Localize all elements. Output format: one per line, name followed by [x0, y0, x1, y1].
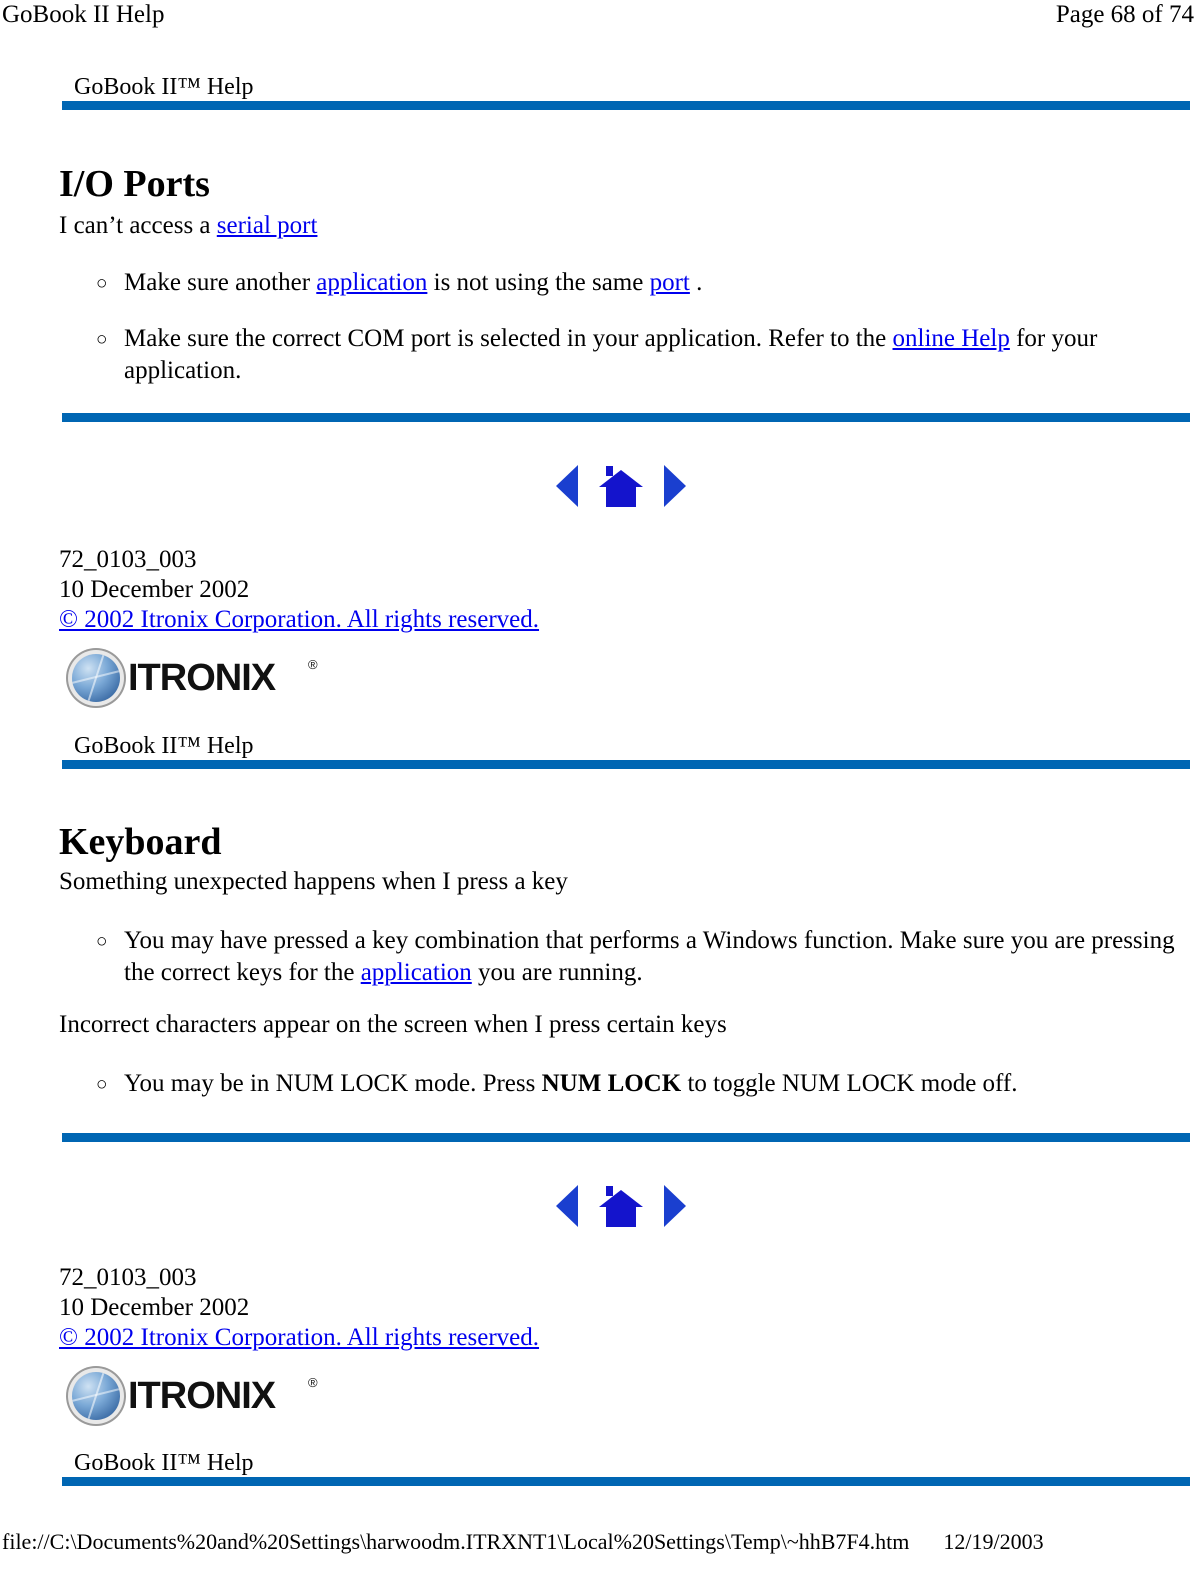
- itronix-globe-icon: [72, 1372, 120, 1420]
- text-run: to toggle NUM LOCK mode off.: [681, 1070, 1018, 1097]
- link-application[interactable]: application: [361, 959, 472, 986]
- banner-rule: [62, 1477, 1190, 1486]
- home-icon[interactable]: [599, 464, 643, 508]
- page-title-io-ports: I/O Ports: [59, 163, 210, 206]
- list-item: ○ Make sure the correct COM port is sele…: [96, 323, 1126, 387]
- navigation-toolbar: [556, 462, 686, 510]
- section-divider-rule: [62, 413, 1190, 422]
- list-item-text: Make sure the correct COM port is select…: [124, 323, 1126, 387]
- triangle-left-icon[interactable]: [556, 1185, 578, 1227]
- page-header-title: GoBook II Help: [2, 1, 165, 28]
- itronix-logo: ITRONIX ®: [72, 652, 318, 704]
- registered-trademark-icon: ®: [308, 657, 318, 672]
- itronix-wordmark: ITRONIX: [128, 1375, 276, 1417]
- document-footer-block: 72_0103_003 10 December 2002 © 2002 Itro…: [59, 1263, 539, 1353]
- bullet-marker-icon: ○: [96, 329, 108, 350]
- itronix-wordmark: ITRONIX: [128, 657, 276, 699]
- navigation-toolbar: [556, 1182, 686, 1230]
- page-header: GoBook II Help Page 68 of 74: [0, 0, 1200, 34]
- link-copyright[interactable]: © 2002 Itronix Corporation. All rights r…: [59, 606, 539, 633]
- text-run: You may have pressed a key combination t…: [124, 927, 1175, 986]
- io-intro-text: I can’t access a: [59, 212, 217, 239]
- keyboard-paragraph-2: Incorrect characters appear on the scree…: [59, 1011, 727, 1038]
- bullet-marker-icon: ○: [96, 273, 108, 294]
- triangle-right-icon[interactable]: [664, 1185, 686, 1227]
- text-run: Make sure the correct COM port is select…: [124, 325, 893, 352]
- keyboard-paragraph-1: Something unexpected happens when I pres…: [59, 868, 568, 895]
- home-icon[interactable]: [599, 1184, 643, 1228]
- list-item: ○ Make sure another application is not u…: [96, 267, 1156, 299]
- list-item: ○ You may be in NUM LOCK mode. Press NUM…: [96, 1068, 1146, 1100]
- link-serial-port[interactable]: serial port: [217, 212, 318, 239]
- page-footer: file://C:\Documents%20and%20Settings\har…: [0, 1528, 1200, 1556]
- doc-date: 10 December 2002: [59, 1294, 250, 1321]
- home-body-shape: [606, 486, 636, 507]
- banner-rule: [62, 101, 1190, 110]
- home-body-shape: [606, 1206, 636, 1227]
- doc-date: 10 December 2002: [59, 576, 250, 603]
- link-application[interactable]: application: [316, 269, 427, 296]
- home-roof-shape: [599, 470, 643, 487]
- link-port[interactable]: port: [650, 269, 690, 296]
- list-item-text: You may be in NUM LOCK mode. Press NUM L…: [124, 1068, 1146, 1100]
- list-item-text: You may have pressed a key combination t…: [124, 925, 1186, 989]
- text-run: You may be in NUM LOCK mode. Press: [124, 1070, 542, 1097]
- section-divider-rule: [62, 1133, 1190, 1142]
- text-run: Make sure another: [124, 269, 317, 296]
- page-footer-date: 12/19/2003: [943, 1529, 1044, 1554]
- list-item-text: Make sure another application is not usi…: [124, 267, 1156, 299]
- home-roof-shape: [599, 1190, 643, 1207]
- registered-trademark-icon: ®: [308, 1375, 318, 1390]
- page-title-keyboard: Keyboard: [59, 821, 222, 864]
- io-intro-paragraph: I can’t access a serial port: [59, 210, 317, 242]
- list-item: ○ You may have pressed a key combination…: [96, 925, 1186, 989]
- banner-label: GoBook II™ Help: [74, 1450, 254, 1476]
- text-run: you are running.: [471, 959, 643, 986]
- document-footer-block: 72_0103_003 10 December 2002 © 2002 Itro…: [59, 545, 539, 635]
- triangle-right-icon[interactable]: [664, 465, 686, 507]
- text-run: .: [689, 269, 703, 296]
- doc-number: 72_0103_003: [59, 1264, 197, 1291]
- doc-number: 72_0103_003: [59, 546, 197, 573]
- page-footer-filepath: file://C:\Documents%20and%20Settings\har…: [2, 1529, 910, 1554]
- bullet-marker-icon: ○: [96, 931, 108, 952]
- text-run: is not using the same: [427, 269, 650, 296]
- link-online-help[interactable]: online Help: [893, 325, 1010, 352]
- keyboard-numlock-emphasis: NUM LOCK: [541, 1070, 682, 1097]
- triangle-left-icon[interactable]: [556, 465, 578, 507]
- banner-rule: [62, 760, 1190, 769]
- link-copyright[interactable]: © 2002 Itronix Corporation. All rights r…: [59, 1324, 539, 1351]
- itronix-globe-icon: [72, 654, 120, 702]
- banner-label: GoBook II™ Help: [74, 74, 254, 100]
- page-header-pagenumber: Page 68 of 74: [1055, 1, 1194, 28]
- itronix-logo: ITRONIX ®: [72, 1370, 318, 1422]
- bullet-marker-icon: ○: [96, 1074, 108, 1095]
- banner-label: GoBook II™ Help: [74, 733, 254, 759]
